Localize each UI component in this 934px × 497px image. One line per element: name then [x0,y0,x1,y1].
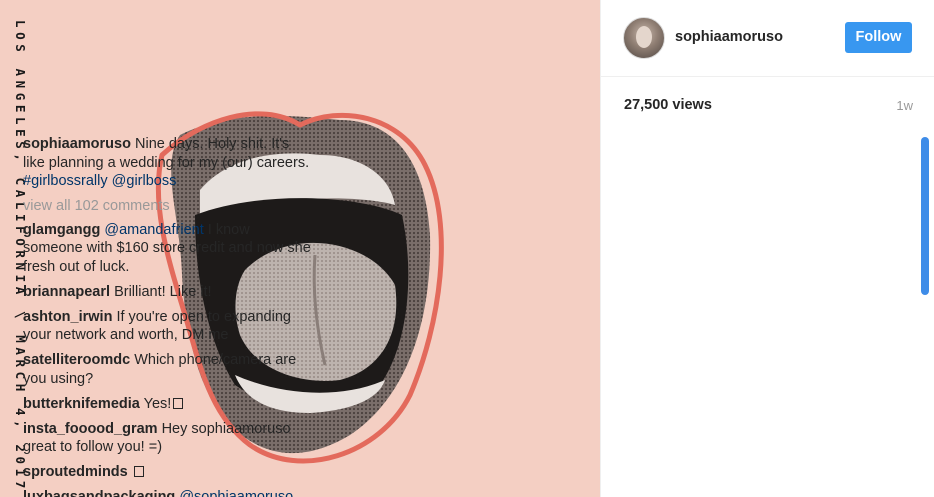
comment-username[interactable]: insta_fooood_gram [23,421,158,437]
comment-item: glamgangg @amandafrient I know someone w… [23,221,313,277]
comment-text: Yes! [143,395,172,412]
avatar-face [636,26,652,48]
post-header: sophiaamoruso Follow [601,0,934,77]
header-username[interactable]: sophiaamoruso [675,29,783,45]
view-count: 27,500 views [624,97,712,113]
comment-mention[interactable]: @sophiaamoruso [179,489,293,497]
comment-item: sproutedminds [23,463,313,482]
comment-text: Brilliant! Like it! [114,283,212,300]
emoji-icon [173,397,184,409]
comment-mention[interactable]: @amandafrient [104,222,203,238]
scrollbar-thumb[interactable] [921,137,929,295]
comment-username[interactable]: luxbagsandpackaging [23,489,175,497]
caption-mention[interactable]: @girlboss [112,173,177,189]
follow-button[interactable]: Follow [845,22,912,53]
comment-item: luxbagsandpackaging @sophiaamoruso [23,488,313,497]
comment-username[interactable]: satelliteroomdc [23,352,130,368]
comment-username[interactable]: briannapearl [23,284,110,300]
caption-username[interactable]: sophiaamoruso [23,136,131,152]
post-sidebar: sophiaamoruso Follow 27,500 views 1w [600,0,934,497]
avatar[interactable] [623,17,665,59]
comment-username[interactable]: ashton_irwin [23,309,112,325]
emoji-icon [133,466,144,477]
comment-username[interactable]: glamgangg [23,222,100,238]
post-stats: 27,500 views 1w [601,77,934,125]
comment-item: satelliteroomdc Which phone/camera are y… [23,351,313,388]
caption-hashtag[interactable]: #girlbossrally [23,173,108,189]
comment-item: ashton_irwin If you're open to expanding… [23,308,313,345]
comment-item: briannapearl Brilliant! Like it! [23,283,313,302]
comment-username[interactable]: sproutedminds [23,464,128,480]
comment-item: insta_fooood_gram Hey sophiaamoruso grea… [23,420,313,457]
post-time[interactable]: 1w [896,98,913,113]
comment-username[interactable]: butterknifemedia [23,396,140,412]
comment-list[interactable]: sophiaamoruso Nine days. Holy shit. It's… [23,135,313,497]
caption: sophiaamoruso Nine days. Holy shit. It's… [23,135,313,191]
comment-item: butterknifemedia Yes! [23,395,313,414]
comments-scrollbar[interactable] [919,136,931,497]
view-all-comments-link[interactable]: view all 102 comments [23,197,313,216]
